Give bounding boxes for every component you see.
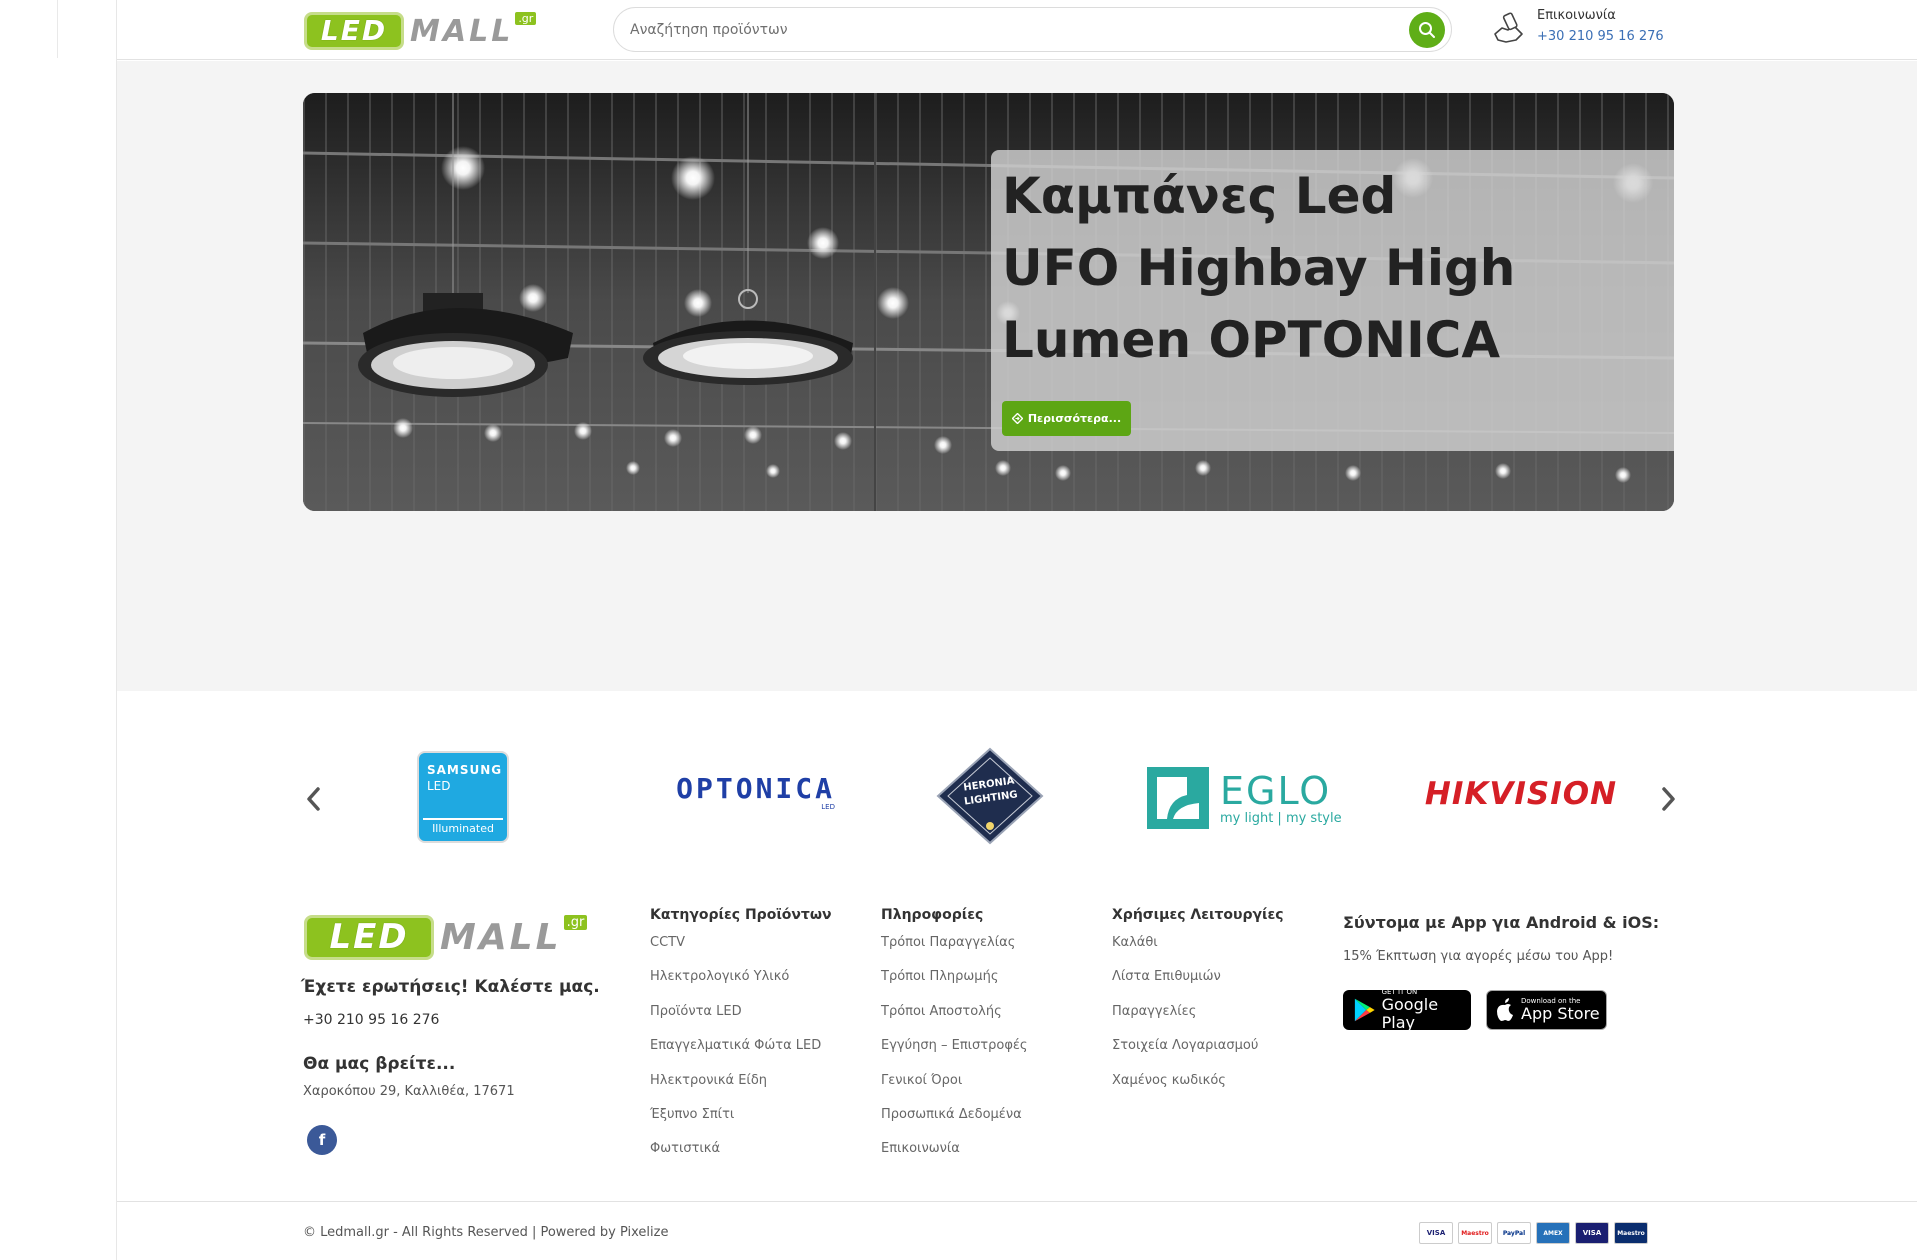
optonica-led-text: LED	[821, 803, 835, 811]
facebook-icon[interactable]: f	[307, 1125, 337, 1155]
site-footer: LED MALL .gr Έχετε ερωτήσεις! Καλέστε μα…	[117, 881, 1917, 1201]
logo-led: LED	[304, 12, 404, 50]
footer-logo-mall: MALL	[440, 917, 562, 958]
copyright-text: © Ledmall.gr - All Rights Reserved | Pow…	[303, 1225, 669, 1240]
samsung-text: SAMSUNG	[427, 763, 503, 777]
footer-link[interactable]: Λίστα Επιθυμιών	[1112, 969, 1284, 1003]
contact-label: Επικοινωνία	[1537, 8, 1616, 23]
eglo-tagline: my light | my style	[1220, 810, 1342, 826]
hero-section: Καμπάνες Led UFO Highbay High Lumen OPTO…	[117, 61, 1917, 691]
app-subtitle: 15% Έκπτωση για αγορές μέσω του App!	[1343, 949, 1614, 964]
app-store-big: App Store	[1521, 1004, 1600, 1023]
app-store-badge[interactable]: Download on the App Store	[1486, 990, 1607, 1030]
footer-logo[interactable]: LED MALL .gr	[304, 915, 588, 960]
footer-col-utilities: Χρήσιμες Λειτουργίες Καλάθι Λίστα Επιθυμ…	[1112, 907, 1284, 1107]
footer-col-info: Πληροφορίες Τρόποι Παραγγελίας Τρόποι Πλ…	[881, 907, 1028, 1176]
visa-card-icon: VISA	[1419, 1222, 1453, 1244]
hero-more-label: Περισσότερα...	[1027, 412, 1122, 425]
hero-caption-card: Καμπάνες Led UFO Highbay High Lumen OPTO…	[991, 150, 1674, 451]
footer-col-categories: Κατηγορίες Προϊόντων CCTV Ηλεκτρολογικό …	[650, 907, 832, 1176]
visa-electron-card-icon: VISA	[1575, 1222, 1609, 1244]
footer-find-title: Θα μας βρείτε...	[303, 1054, 456, 1074]
carousel-next-icon[interactable]	[1656, 784, 1680, 814]
footer-link[interactable]: Στοιχεία Λογαριασμού	[1112, 1038, 1284, 1072]
diamond-arrow-icon	[1011, 413, 1023, 424]
eglo-mark-icon	[1147, 767, 1209, 829]
samsung-led-logo: SAMSUNG LED Illuminated	[417, 751, 509, 843]
footer-link[interactable]: Επαγγελματικά Φώτα LED	[650, 1038, 832, 1072]
search-button[interactable]	[1409, 12, 1445, 48]
footer-col-title: Κατηγορίες Προϊόντων	[650, 907, 832, 923]
google-play-badge[interactable]: GET IT ON Google Play	[1343, 988, 1471, 1032]
brand-hikvision[interactable]: HIKVISION	[1411, 774, 1631, 814]
footer-link[interactable]: Καλάθι	[1112, 935, 1284, 969]
bottom-bar: © Ledmall.gr - All Rights Reserved | Pow…	[117, 1201, 1917, 1260]
footer-link[interactable]: Χαμένος κωδικός	[1112, 1073, 1284, 1107]
hero-title-line-2: UFO Highbay High	[1002, 239, 1516, 297]
brand-optonica[interactable]: OPTONICA LED	[625, 773, 835, 813]
footer-link[interactable]: Ηλεκτρονικά Είδη	[650, 1073, 832, 1107]
hero-more-button[interactable]: Περισσότερα...	[1002, 401, 1131, 436]
header-logo[interactable]: LED MALL .gr	[304, 12, 537, 50]
payment-methods: VISA Maestro PayPal AMEX VISA Maestro	[1419, 1222, 1648, 1244]
brand-samsung-led[interactable]: SAMSUNG LED Illuminated	[417, 751, 509, 843]
rail-divider	[57, 0, 58, 58]
footer-phone[interactable]: +30 210 95 16 276	[303, 1012, 439, 1028]
google-play-big: Google Play	[1381, 995, 1439, 1032]
search-icon	[1419, 22, 1435, 38]
hero-title-line-3: Lumen OPTONICA	[1002, 311, 1501, 369]
google-play-icon	[1354, 998, 1375, 1022]
footer-link[interactable]: Προσωπικά Δεδομένα	[881, 1107, 1028, 1141]
phone-hand-icon	[1494, 12, 1523, 43]
footer-link[interactable]: Επικοινωνία	[881, 1141, 1028, 1175]
footer-logo-gr: .gr	[563, 915, 588, 930]
brand-heronia[interactable]: HERONIA LIGHTING	[935, 746, 1045, 846]
optonica-text: OPTONICA	[676, 772, 835, 805]
hikvision-text: HIKVISION	[1424, 776, 1618, 812]
logo-gr: .gr	[515, 12, 537, 25]
maestro-blue-card-icon: Maestro	[1614, 1222, 1648, 1244]
footer-link[interactable]: Φωτιστικά	[650, 1141, 832, 1175]
footer-logo-led: LED	[304, 915, 434, 960]
hero-title-line-1: Καμπάνες Led	[1002, 167, 1397, 225]
apple-icon	[1497, 998, 1513, 1021]
left-rail	[0, 0, 117, 1260]
footer-link[interactable]: Τρόποι Παραγγελίας	[881, 935, 1028, 969]
footer-address: Χαροκόπου 29, Καλλιθέα, 17671	[303, 1084, 515, 1099]
brands-carousel: SAMSUNG LED Illuminated OPTONICA LED HER…	[117, 691, 1917, 881]
brand-eglo[interactable]: EGLO my light | my style	[1147, 766, 1352, 830]
footer-col-title: Χρήσιμες Λειτουργίες	[1112, 907, 1284, 923]
footer-link[interactable]: Τρόποι Πληρωμής	[881, 969, 1028, 1003]
footer-link[interactable]: Ηλεκτρολογικό Υλικό	[650, 969, 832, 1003]
paypal-card-icon: PayPal	[1497, 1222, 1531, 1244]
footer-link[interactable]: Προϊόντα LED	[650, 1004, 832, 1038]
site-header: LED MALL .gr Επικοινωνία +30 210 95 16 2…	[117, 0, 1917, 60]
eglo-text: EGLO	[1220, 768, 1332, 813]
samsung-led-text: LED	[427, 779, 451, 793]
app-title: Σύντομα με App για Android & iOS:	[1343, 913, 1660, 932]
footer-link[interactable]: Παραγγελίες	[1112, 1004, 1284, 1038]
footer-link[interactable]: Τρόποι Αποστολής	[881, 1004, 1028, 1038]
logo-mall: MALL	[410, 13, 514, 49]
maestro-card-icon: Maestro	[1458, 1222, 1492, 1244]
footer-link[interactable]: CCTV	[650, 935, 832, 969]
carousel-prev-icon[interactable]	[302, 784, 326, 814]
search-input[interactable]	[630, 18, 1390, 42]
footer-question: Έχετε ερωτήσεις! Καλέστε μας.	[301, 977, 600, 997]
hero-banner[interactable]: Καμπάνες Led UFO Highbay High Lumen OPTO…	[303, 93, 1674, 511]
hero-title: Καμπάνες Led UFO Highbay High Lumen OPTO…	[1002, 160, 1642, 376]
footer-col-title: Πληροφορίες	[881, 907, 984, 923]
contact-phone[interactable]: +30 210 95 16 276	[1537, 29, 1664, 44]
contact-block[interactable]: Επικοινωνία +30 210 95 16 276	[1492, 8, 1672, 52]
samsung-illuminated-text: Illuminated	[423, 818, 503, 837]
amex-card-icon: AMEX	[1536, 1222, 1570, 1244]
footer-link[interactable]: Γενικοί Όροι	[881, 1073, 1028, 1107]
footer-link[interactable]: Έξυπνο Σπίτι	[650, 1107, 832, 1141]
footer-link[interactable]: Εγγύηση – Επιστροφές	[881, 1038, 1028, 1072]
search-bar	[613, 7, 1452, 52]
